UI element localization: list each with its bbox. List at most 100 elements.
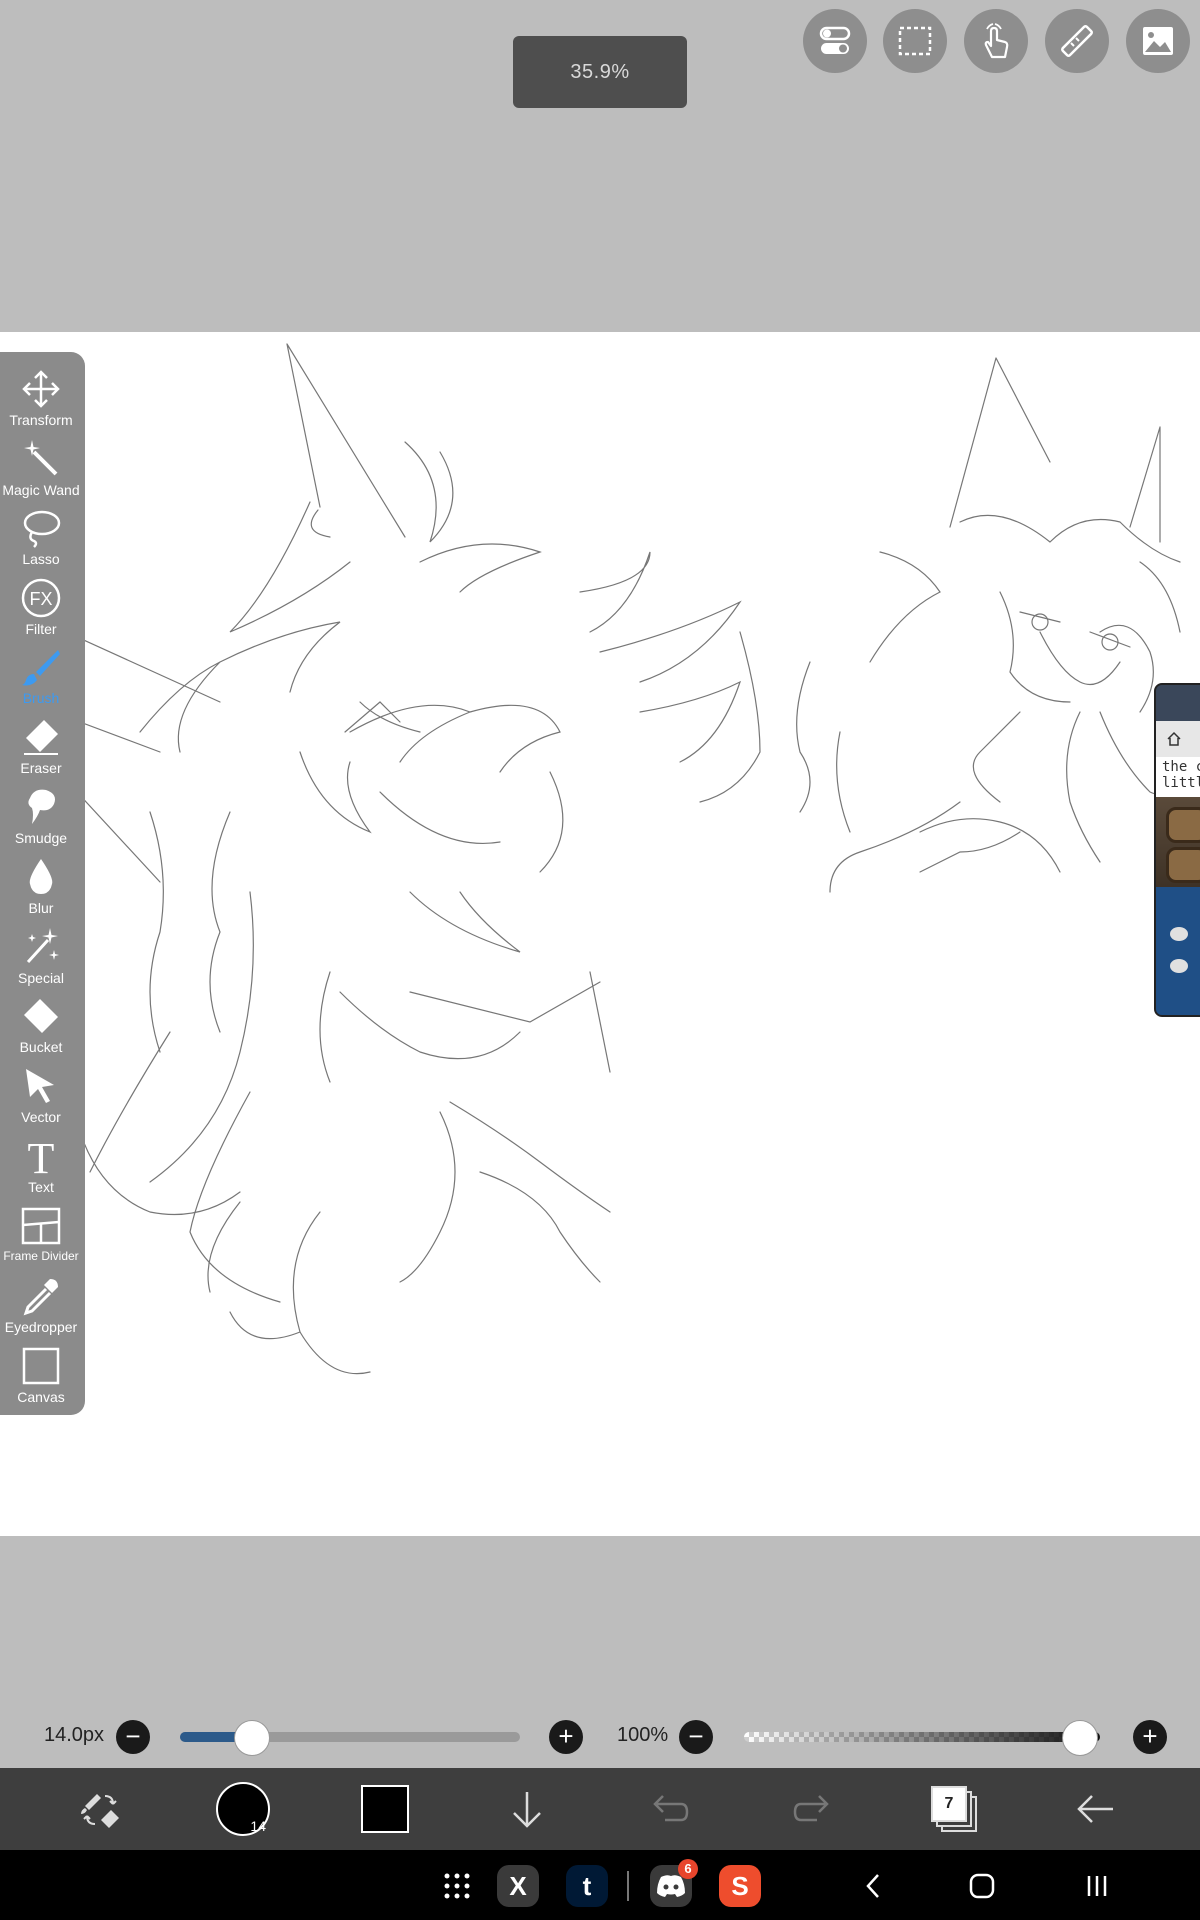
layers-button[interactable]: 7: [904, 1768, 1004, 1850]
brush-eraser-swap-icon: [81, 1794, 119, 1828]
toggle-button[interactable]: [803, 9, 867, 73]
chat-bubble-icon[interactable]: [1170, 927, 1188, 941]
brush-eraser-swap-button[interactable]: [50, 1768, 150, 1850]
layers-icon: 7: [931, 1786, 977, 1832]
lasso-icon: [23, 510, 61, 548]
tumblr-app-icon: t: [566, 1865, 608, 1907]
tool-special[interactable]: Special: [0, 924, 82, 993]
nav-recents-button[interactable]: [1082, 1865, 1112, 1907]
tool-smudge[interactable]: Smudge: [0, 784, 82, 853]
nav-home-button[interactable]: [967, 1865, 997, 1907]
tool-label: Blur: [28, 900, 54, 916]
chat-bubble-icon[interactable]: [1170, 959, 1188, 973]
back-button[interactable]: [1046, 1768, 1146, 1850]
divider: [627, 1871, 629, 1901]
tool-canvas[interactable]: Canvas: [0, 1343, 82, 1412]
brush-preview-size: 14: [250, 1818, 266, 1834]
tool-blur[interactable]: Blur: [0, 854, 82, 923]
text-icon: T: [28, 1135, 55, 1177]
brush-size-label: 14.0px: [44, 1724, 105, 1746]
tool-eyedropper[interactable]: Eyedropper: [0, 1273, 82, 1342]
discord-icon: [657, 1875, 685, 1897]
selection-rect-icon: [898, 26, 932, 56]
tool-frame-divider[interactable]: Frame Divider: [0, 1203, 82, 1272]
bucket-icon: [24, 999, 58, 1033]
tool-eraser[interactable]: Eraser: [0, 714, 82, 783]
nav-back-button[interactable]: [858, 1865, 888, 1907]
app-discord[interactable]: 6: [650, 1859, 698, 1907]
x-app-icon: X: [497, 1865, 539, 1907]
ruler-button[interactable]: [1045, 9, 1109, 73]
notification-badge: 6: [678, 1859, 698, 1879]
brush-size-slider[interactable]: [180, 1720, 520, 1756]
drop-icon: [29, 859, 53, 894]
tool-label: Smudge: [14, 830, 68, 846]
zoom-level-badge: 35.9%: [513, 36, 687, 108]
opacity-knob[interactable]: [1062, 1720, 1098, 1756]
tool-label: Canvas: [17, 1389, 65, 1405]
tool-transform[interactable]: Transform: [0, 366, 82, 435]
sparkle-icon: [26, 928, 59, 964]
dock-divider: [626, 1865, 630, 1907]
floating-window-image: [1156, 797, 1200, 887]
arrow-left-icon: [1077, 1795, 1113, 1823]
floating-window-text-line2: little: [1162, 775, 1200, 791]
floating-window-text: the c little: [1156, 757, 1200, 797]
barrel-graphic: [1166, 807, 1200, 843]
drawing-canvas[interactable]: [0, 332, 1200, 1536]
brush-size-decrease-button[interactable]: −: [116, 1720, 150, 1754]
fx-icon: FX: [21, 578, 61, 618]
opacity-decrease-button[interactable]: −: [679, 1720, 713, 1754]
floating-window-titlebar[interactable]: [1156, 685, 1200, 721]
brush-size-knob[interactable]: [234, 1720, 271, 1756]
tool-label: Brush: [22, 690, 60, 706]
undo-icon: [653, 1795, 689, 1822]
hand-touch-icon: [984, 23, 1009, 59]
app-x[interactable]: X: [497, 1865, 539, 1907]
frame-divider-icon: [21, 1207, 61, 1245]
app-tumblr[interactable]: t: [566, 1865, 608, 1907]
brush-icon: [22, 650, 60, 686]
canvas-icon: [22, 1347, 60, 1385]
sketch-artwork: [0, 343, 1191, 1375]
chevron-left-icon: [866, 1874, 879, 1898]
brush-preview-button[interactable]: 14: [193, 1768, 293, 1850]
import-button[interactable]: [477, 1768, 577, 1850]
grid-icon: [444, 1873, 470, 1899]
ruler-icon: [1061, 25, 1093, 57]
tool-brush[interactable]: Brush: [0, 644, 82, 713]
tool-magic-wand[interactable]: Magic Wand: [0, 436, 82, 505]
color-button[interactable]: [335, 1768, 435, 1850]
app-shopee[interactable]: S: [719, 1865, 761, 1907]
opacity-label: 100%: [617, 1724, 669, 1746]
app-drawer-button[interactable]: [436, 1865, 478, 1907]
redo-button[interactable]: [762, 1768, 862, 1850]
reference-image-button[interactable]: [1126, 9, 1190, 73]
eraser-icon: [24, 720, 58, 755]
tool-text[interactable]: T Text: [0, 1133, 82, 1202]
floating-window-nav: [1156, 721, 1200, 757]
opacity-increase-button[interactable]: +: [1133, 1720, 1167, 1754]
image-icon: [1143, 27, 1173, 55]
home-icon[interactable]: [1166, 731, 1182, 747]
selection-button[interactable]: [883, 9, 947, 73]
shopee-app-icon: S: [719, 1865, 761, 1907]
touch-button[interactable]: [964, 9, 1028, 73]
tool-filter[interactable]: FX Filter: [0, 575, 82, 644]
undo-button[interactable]: [620, 1768, 720, 1850]
tool-label: Text: [28, 1179, 54, 1195]
toggle-switch-icon: [819, 26, 851, 54]
opacity-slider[interactable]: [744, 1720, 1100, 1756]
recents-icon: [1087, 1876, 1107, 1896]
tool-label: Magic Wand: [2, 482, 80, 498]
eyedropper-icon: [23, 1279, 58, 1316]
tool-lasso[interactable]: Lasso: [0, 505, 82, 574]
brush-settings-row: 14.0px − + 100% − +: [0, 1714, 1200, 1760]
tool-label: Eraser: [20, 760, 62, 776]
floating-window-text-line1: the c: [1162, 759, 1200, 775]
brush-size-increase-button[interactable]: +: [549, 1720, 583, 1754]
tool-vector[interactable]: Vector: [0, 1063, 82, 1132]
floating-app-window[interactable]: the c little: [1154, 683, 1200, 1017]
tool-bucket[interactable]: Bucket: [0, 993, 82, 1062]
home-square-icon: [969, 1873, 995, 1899]
